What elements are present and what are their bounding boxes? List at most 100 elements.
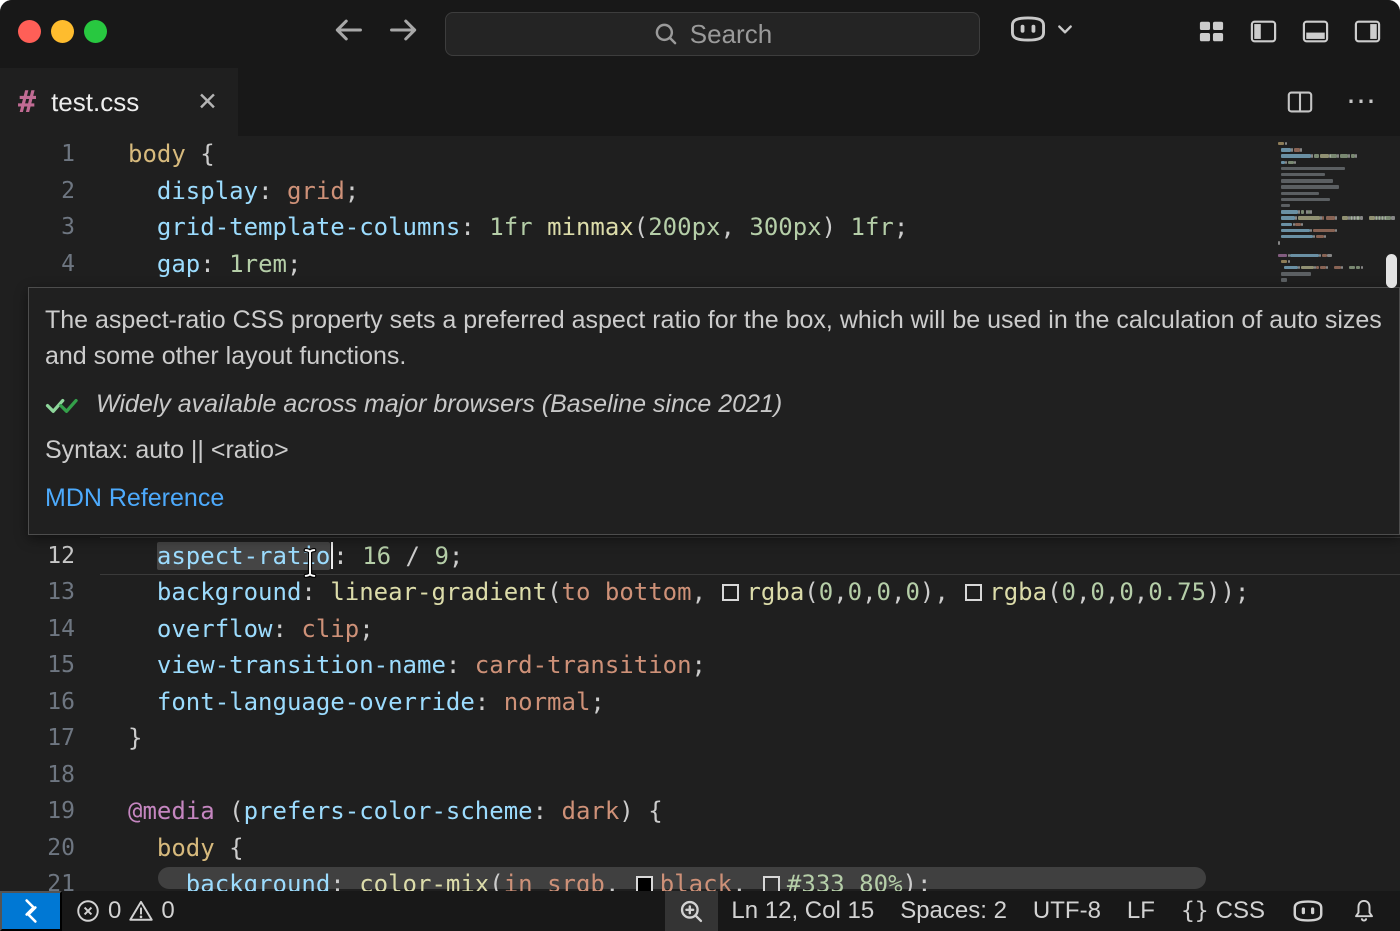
arrow-right-icon <box>388 17 420 43</box>
vertical-scrollbar-thumb[interactable] <box>1386 254 1397 288</box>
code-token: in <box>504 870 533 891</box>
code-line[interactable]: 16 font-language-override: normal; <box>0 684 1400 721</box>
code-token: : <box>273 615 302 643</box>
code-line[interactable]: 2 display: grid; <box>0 173 1400 210</box>
code-text: grid-template-columns: 1fr minmax(200px,… <box>100 209 1400 246</box>
hover-description: The aspect-ratio CSS property sets a pre… <box>45 302 1383 374</box>
language-mode[interactable]: {} CSS <box>1168 891 1278 931</box>
code-line[interactable]: 13 background: linear-gradient(to bottom… <box>0 574 1400 611</box>
code-line[interactable]: 17} <box>0 720 1400 757</box>
editor-actions: ⋯ <box>1286 68 1376 136</box>
code-token <box>590 578 604 606</box>
notifications-bell[interactable] <box>1338 891 1390 931</box>
problems-indicator[interactable]: 0 0 <box>62 891 188 931</box>
close-window-button[interactable] <box>18 20 41 43</box>
css-file-icon: # <box>18 85 36 120</box>
color-decorator-swatch[interactable] <box>722 584 739 601</box>
code-token: body <box>157 834 215 862</box>
minimap-line <box>1348 154 1350 157</box>
code-token: display <box>157 177 258 205</box>
minimap-line <box>1294 161 1296 164</box>
mdn-reference-link[interactable]: MDN Reference <box>45 484 224 513</box>
encoding-indicator[interactable]: UTF-8 <box>1020 891 1114 931</box>
close-tab-button[interactable]: ✕ <box>195 87 220 117</box>
code-token: gap <box>157 250 200 278</box>
code-line[interactable]: 1body { <box>0 136 1400 173</box>
code-token: rgba <box>989 578 1047 606</box>
code-token: ( <box>804 578 818 606</box>
code-text: aspect-ratio: 16 / 9; <box>100 538 1400 575</box>
code-token: background <box>186 870 331 891</box>
toggle-primary-sidebar-button[interactable] <box>1249 17 1278 46</box>
braces-icon: {} <box>1181 898 1209 924</box>
color-decorator-swatch[interactable] <box>965 584 982 601</box>
copilot-status[interactable] <box>1278 891 1338 931</box>
back-button[interactable] <box>332 17 364 43</box>
toggle-secondary-sidebar-button[interactable] <box>1353 17 1382 46</box>
color-decorator-swatch[interactable] <box>763 876 780 891</box>
code-token: ( <box>634 213 648 241</box>
code-line[interactable]: 15 view-transition-name: card-transition… <box>0 647 1400 684</box>
code-token: ; <box>359 615 373 643</box>
code-token: 1fr <box>489 213 532 241</box>
tab-bar: # test.css ✕ ⋯ <box>0 68 1400 136</box>
command-center-search[interactable]: Search <box>445 12 980 56</box>
code-token <box>128 542 157 570</box>
code-line[interactable]: 21 background: color-mix(in srgb, black,… <box>0 866 1400 891</box>
tab-title: test.css <box>51 87 180 118</box>
code-line[interactable]: 14 overflow: clip; <box>0 611 1400 648</box>
search-placeholder: Search <box>690 19 772 50</box>
eol-indicator[interactable]: LF <box>1114 891 1168 931</box>
code-text: font-language-override: normal; <box>100 684 1400 721</box>
minimap-line <box>1356 266 1360 269</box>
minimize-window-button[interactable] <box>51 20 74 43</box>
minimap-line <box>1281 210 1298 213</box>
code-token <box>533 213 547 241</box>
minimap-line <box>1310 210 1312 213</box>
code-line[interactable]: 20 body { <box>0 830 1400 867</box>
code-token: to <box>562 578 591 606</box>
code-token: prefers-color-scheme <box>244 797 533 825</box>
minimap-line <box>1320 154 1329 157</box>
code-text: body { <box>100 136 1400 173</box>
tab-test-css[interactable]: # test.css ✕ <box>0 68 238 136</box>
remote-indicator[interactable] <box>0 891 62 931</box>
code-text: } <box>100 720 1400 757</box>
toggle-panel-button[interactable] <box>1301 17 1330 46</box>
minimap-line <box>1281 216 1296 219</box>
line-number: 20 <box>0 830 100 867</box>
code-line[interactable]: 4 gap: 1rem; <box>0 246 1400 283</box>
code-line[interactable]: 3 grid-template-columns: 1fr minmax(200p… <box>0 209 1400 246</box>
code-token: 0 <box>848 578 862 606</box>
copilot-menu[interactable] <box>1008 14 1078 44</box>
minimap-line <box>1335 229 1337 232</box>
minimap-line <box>1337 154 1339 157</box>
minimap-line <box>1349 266 1355 269</box>
code-token: ; <box>894 213 908 241</box>
color-decorator-swatch[interactable] <box>636 876 653 891</box>
minimap-line <box>1281 272 1311 275</box>
code-line[interactable]: 18 <box>0 757 1400 794</box>
baseline-note: Widely available across major browsers (… <box>96 390 782 419</box>
minimap-line <box>1288 260 1290 263</box>
code-token: 200px <box>648 213 720 241</box>
zoom-window-button[interactable] <box>84 20 107 43</box>
code-line[interactable]: 12 aspect-ratio: 16 / 9; <box>0 538 1400 575</box>
code-token: rgba <box>746 578 804 606</box>
editor[interactable]: 1body {2 display: grid;3 grid-template-c… <box>0 136 1400 891</box>
minimap-line <box>1281 154 1311 157</box>
code-token: : <box>333 542 362 570</box>
code-text: background: linear-gradient(to bottom, r… <box>100 574 1400 611</box>
code-line[interactable]: 19@media (prefers-color-scheme: dark) { <box>0 793 1400 830</box>
code-token: 300px <box>749 213 821 241</box>
forward-button[interactable] <box>388 17 420 43</box>
indentation-indicator[interactable]: Spaces: 2 <box>887 891 1020 931</box>
customize-layout-button[interactable] <box>1197 17 1226 46</box>
cursor-position[interactable]: Ln 12, Col 15 <box>718 891 887 931</box>
more-actions-button[interactable]: ⋯ <box>1346 87 1376 117</box>
code-token: @media <box>128 797 215 825</box>
split-editor-button[interactable] <box>1286 88 1314 116</box>
minimap-line <box>1278 241 1280 244</box>
code-token: color-mix <box>359 870 489 891</box>
zoom-indicator[interactable] <box>665 891 718 931</box>
